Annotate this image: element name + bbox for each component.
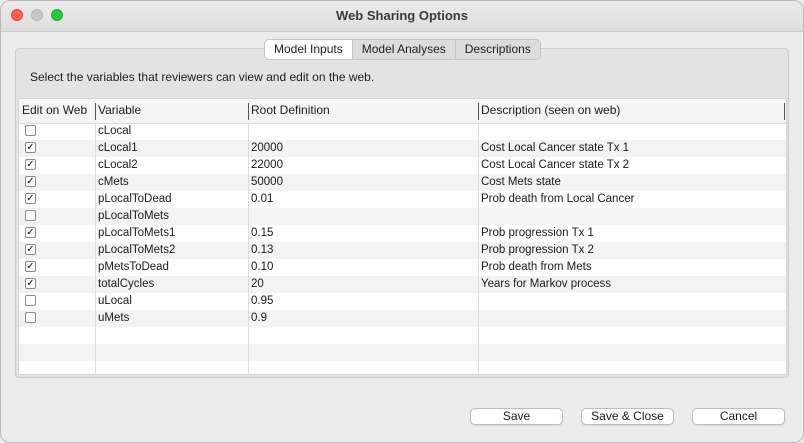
table-row	[19, 327, 786, 344]
edit-on-web-cell: ✓	[19, 225, 95, 242]
table-row[interactable]: ✓ pLocalToMets2 0.13 Prob progression Tx 2	[19, 242, 786, 259]
root-definition-cell[interactable]: 0.13	[248, 242, 478, 259]
edit-on-web-checkbox[interactable]	[25, 312, 36, 323]
description-cell[interactable]	[478, 293, 784, 310]
table-row[interactable]: ✓ pMetsToDead 0.10 Prob death from Mets	[19, 259, 786, 276]
variable-cell[interactable]: uLocal	[95, 293, 248, 310]
table-row	[19, 361, 786, 374]
edit-on-web-checkbox[interactable]: ✓	[25, 244, 36, 255]
table-body: cLocal ✓ cLocal1 20000 Cost Local Cancer sta…	[19, 123, 786, 374]
edit-on-web-checkbox[interactable]: ✓	[25, 278, 36, 289]
edit-on-web-cell: ✓	[19, 140, 95, 157]
description-cell[interactable]: Cost Local Cancer state Tx 1	[478, 140, 784, 157]
variable-cell[interactable]: cLocal1	[95, 140, 248, 157]
root-definition-cell[interactable]: 0.9	[248, 310, 478, 327]
edit-on-web-cell: ✓	[19, 276, 95, 293]
table-row[interactable]: uMets 0.9	[19, 310, 786, 327]
variable-cell[interactable]: uMets	[95, 310, 248, 327]
root-definition-cell[interactable]: 0.95	[248, 293, 478, 310]
header-edit-on-web[interactable]: Edit on Web	[19, 99, 95, 123]
edit-on-web-cell: ✓	[19, 191, 95, 208]
description-cell[interactable]	[478, 310, 784, 327]
description-cell[interactable]: Prob progression Tx 2	[478, 242, 784, 259]
column-divider[interactable]	[784, 103, 785, 120]
table-row[interactable]: ✓ pLocalToMets1 0.15 Prob progression Tx 1	[19, 225, 786, 242]
variable-cell[interactable]: cMets	[95, 174, 248, 191]
edit-on-web-checkbox[interactable]	[25, 295, 36, 306]
edit-on-web-cell	[19, 293, 95, 310]
edit-on-web-cell: ✓	[19, 174, 95, 191]
edit-on-web-cell: ✓	[19, 242, 95, 259]
edit-on-web-checkbox[interactable]: ✓	[25, 193, 36, 204]
variables-table: Edit on Web Variable Root Definition Des…	[18, 98, 787, 375]
edit-on-web-cell	[19, 208, 95, 225]
variable-cell[interactable]: pLocalToDead	[95, 191, 248, 208]
root-definition-cell[interactable]: 0.15	[248, 225, 478, 242]
edit-on-web-cell: ✓	[19, 259, 95, 276]
description-cell[interactable]: Years for Markov process	[478, 276, 784, 293]
variable-cell[interactable]: pLocalToMets1	[95, 225, 248, 242]
variable-cell[interactable]: totalCycles	[95, 276, 248, 293]
table-row[interactable]: ✓ totalCycles 20 Years for Markov process	[19, 276, 786, 293]
table-row[interactable]: ✓ cLocal1 20000 Cost Local Cancer state Tx …	[19, 140, 786, 157]
root-definition-cell[interactable]	[248, 208, 478, 225]
edit-on-web-checkbox[interactable]: ✓	[25, 159, 36, 170]
table-header: Edit on Web Variable Root Definition Des…	[19, 99, 786, 124]
column-gridline	[248, 123, 249, 374]
table-row[interactable]: ✓ pLocalToDead 0.01 Prob death from Local C…	[19, 191, 786, 208]
web-sharing-window: Web Sharing Options Model Inputs Model A…	[0, 0, 804, 443]
description-cell[interactable]: Cost Local Cancer state Tx 2	[478, 157, 784, 174]
root-definition-cell[interactable]: 20000	[248, 140, 478, 157]
header-description[interactable]: Description (seen on web)	[478, 99, 784, 123]
description-cell[interactable]	[478, 208, 784, 225]
cancel-button[interactable]: Cancel	[692, 408, 785, 425]
title-bar: Web Sharing Options	[1, 1, 803, 32]
table-row[interactable]: ✓ cMets 50000 Cost Mets state	[19, 174, 786, 191]
table-row	[19, 344, 786, 361]
description-cell[interactable]: Prob death from Mets	[478, 259, 784, 276]
save-button[interactable]: Save	[470, 408, 563, 425]
table-row[interactable]: cLocal	[19, 123, 786, 140]
variable-cell[interactable]: pLocalToMets	[95, 208, 248, 225]
column-gridline	[95, 123, 96, 374]
edit-on-web-cell: ✓	[19, 157, 95, 174]
root-definition-cell[interactable]: 20	[248, 276, 478, 293]
root-definition-cell[interactable]: 0.10	[248, 259, 478, 276]
table-row[interactable]: uLocal 0.95	[19, 293, 786, 310]
tab-descriptions[interactable]: Descriptions	[454, 40, 540, 59]
description-cell[interactable]: Prob progression Tx 1	[478, 225, 784, 242]
header-root-definition[interactable]: Root Definition	[248, 99, 478, 123]
table-row[interactable]: ✓ cLocal2 22000 Cost Local Cancer state Tx …	[19, 157, 786, 174]
description-cell[interactable]: Cost Mets state	[478, 174, 784, 191]
description-cell[interactable]	[478, 123, 784, 140]
variable-cell[interactable]: pMetsToDead	[95, 259, 248, 276]
tab-model-inputs[interactable]: Model Inputs	[265, 40, 352, 59]
root-definition-cell[interactable]: 22000	[248, 157, 478, 174]
save-and-close-button[interactable]: Save & Close	[581, 408, 674, 425]
tab-bar: Model Inputs Model Analyses Descriptions	[264, 39, 541, 60]
variable-cell[interactable]: cLocal2	[95, 157, 248, 174]
table-row[interactable]: pLocalToMets	[19, 208, 786, 225]
root-definition-cell[interactable]	[248, 123, 478, 140]
edit-on-web-checkbox[interactable]	[25, 210, 36, 221]
edit-on-web-checkbox[interactable]	[25, 125, 36, 136]
edit-on-web-checkbox[interactable]: ✓	[25, 227, 36, 238]
variable-cell[interactable]: pLocalToMets2	[95, 242, 248, 259]
edit-on-web-checkbox[interactable]: ✓	[25, 176, 36, 187]
description-cell[interactable]: Prob death from Local Cancer	[478, 191, 784, 208]
root-definition-cell[interactable]: 0.01	[248, 191, 478, 208]
edit-on-web-checkbox[interactable]: ✓	[25, 142, 36, 153]
root-definition-cell[interactable]: 50000	[248, 174, 478, 191]
edit-on-web-cell	[19, 310, 95, 327]
header-variable[interactable]: Variable	[95, 99, 248, 123]
edit-on-web-checkbox[interactable]: ✓	[25, 261, 36, 272]
variable-cell[interactable]: cLocal	[95, 123, 248, 140]
window-title: Web Sharing Options	[336, 8, 468, 23]
edit-on-web-cell	[19, 123, 95, 140]
tab-model-analyses[interactable]: Model Analyses	[351, 40, 455, 59]
instruction-text: Select the variables that reviewers can …	[30, 70, 375, 84]
column-gridline	[478, 123, 479, 374]
